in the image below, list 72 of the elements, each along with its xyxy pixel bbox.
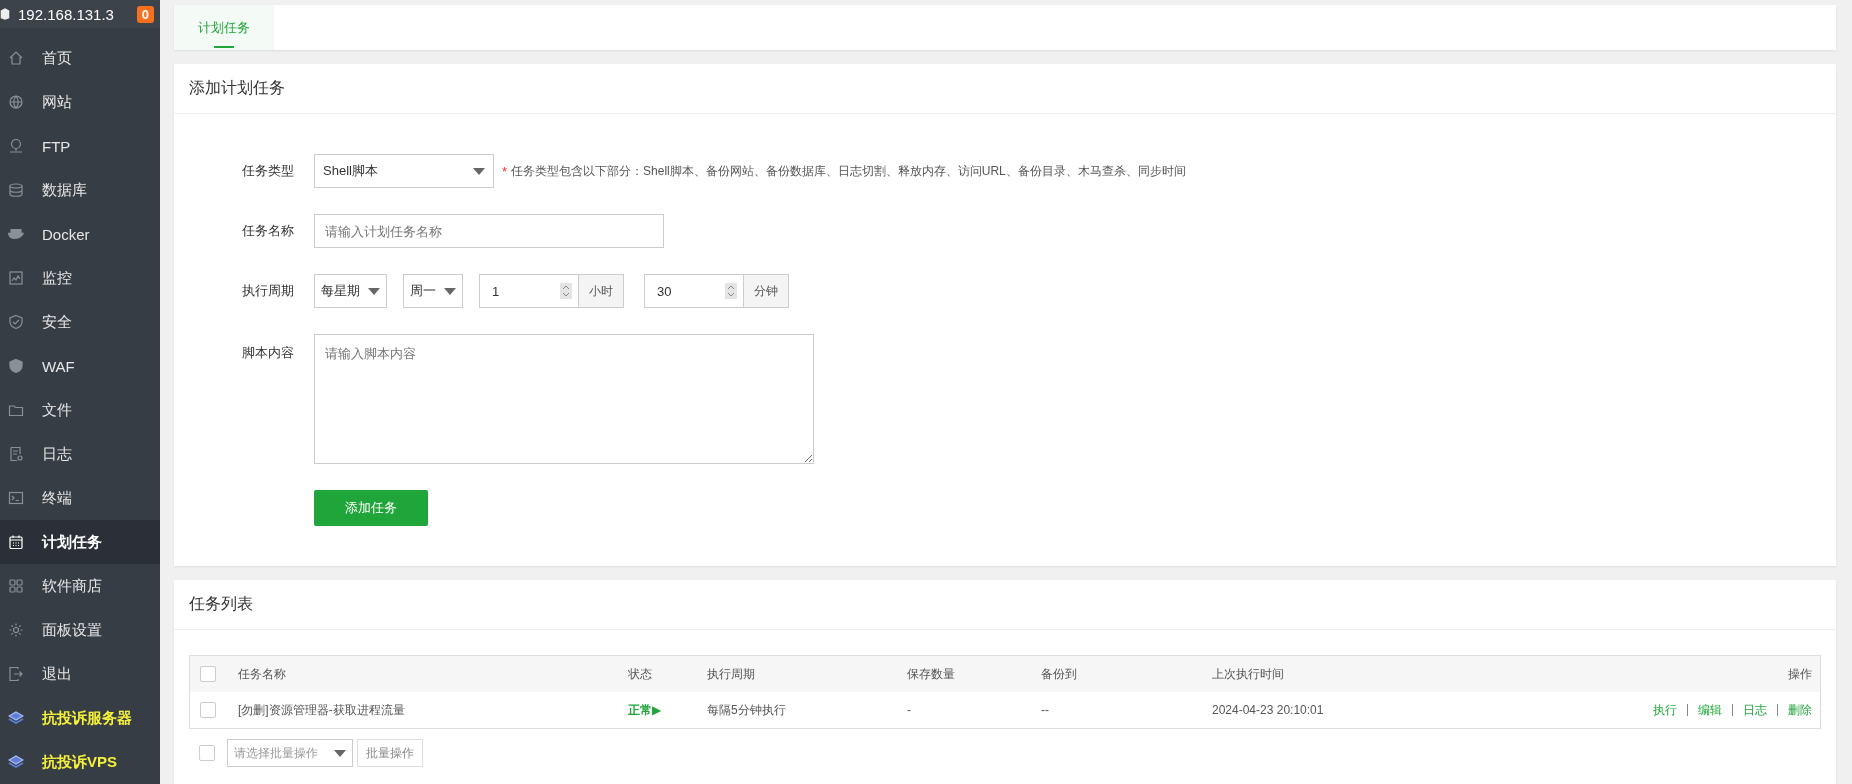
column-header: 状态 — [628, 665, 653, 683]
sidebar-item[interactable]: 抗投诉服务器 — [0, 696, 160, 740]
column-header: 备份到 — [1041, 665, 1078, 683]
caret-icon — [473, 167, 485, 175]
task-name-input[interactable]: 请输入计划任务名称 — [314, 214, 664, 248]
section-title: 添加计划任务 — [174, 64, 1836, 114]
caret-icon — [334, 749, 346, 757]
sidebar-item[interactable]: 文件 — [0, 388, 160, 432]
server-address: 192.168.131.3 — [18, 5, 115, 23]
exit-icon — [8, 666, 24, 682]
log-icon — [8, 446, 24, 462]
sidebar-item[interactable]: Docker — [0, 212, 160, 256]
folder-icon — [8, 402, 24, 418]
field-label: 脚本内容 — [241, 344, 294, 362]
stack-icon — [8, 710, 24, 726]
section-title: 任务列表 — [174, 580, 1836, 630]
server-logo-icon — [0, 7, 10, 21]
field-label: 执行周期 — [241, 282, 294, 300]
home-icon — [8, 50, 24, 66]
script-textarea[interactable]: 请输入脚本内容 — [314, 334, 814, 464]
column-header: 保存数量 — [907, 665, 956, 683]
table-cell-text: 2024-04-23 20:10:01 — [1212, 703, 1325, 717]
hour-input[interactable]: 1 — [479, 274, 579, 308]
stack-icon — [8, 754, 24, 770]
caret-icon — [368, 287, 380, 295]
sidebar-item[interactable]: 软件商店 — [0, 564, 160, 608]
sidebar-item[interactable]: 网站 — [0, 80, 160, 124]
required-mark: * — [502, 163, 508, 179]
unit-label: 小时 — [579, 274, 624, 308]
field-label: 任务名称 — [241, 222, 294, 240]
table-cell-text: - — [907, 703, 912, 717]
sidebar-item[interactable]: 安全 — [0, 300, 160, 344]
field-label: 任务类型 — [241, 162, 294, 180]
gear-icon — [8, 622, 24, 638]
column-header: 上次执行时间 — [1212, 665, 1285, 683]
frequency-select[interactable]: 每星期 — [314, 274, 387, 308]
hint-text: 任务类型包含以下部分：Shell脚本、备份网站、备份数据库、日志切割、释放内存、访问URL、备份目录、木马查杀、同步时间 — [511, 162, 1186, 180]
sidebar-item[interactable]: WAF — [0, 344, 160, 388]
terminal-icon — [8, 490, 24, 506]
batch-button[interactable]: 批量操作 — [357, 739, 423, 767]
shield-icon — [8, 314, 24, 330]
sidebar-item[interactable]: 监控 — [0, 256, 160, 300]
sidebar-item[interactable]: FTP — [0, 124, 160, 168]
sidebar-item[interactable]: 首页 — [0, 36, 160, 80]
sidebar-item[interactable]: 面板设置 — [0, 608, 160, 652]
table-cell-text: -- — [1041, 703, 1050, 717]
monitor-icon — [8, 270, 24, 286]
sidebar-item[interactable]: 计划任务 — [0, 520, 160, 564]
unit-label: 分钟 — [744, 274, 789, 308]
sidebar-item[interactable]: 数据库 — [0, 168, 160, 212]
calendar-icon — [8, 534, 24, 550]
table-cell-text: 每隔5分钟执行 — [707, 701, 787, 719]
table-cell-text: [勿删]资源管理器-获取进程流量 — [238, 701, 406, 719]
sidebar-item[interactable]: 退出 — [0, 652, 160, 696]
weekday-select[interactable]: 周一 — [403, 274, 463, 308]
select-all-checkbox[interactable] — [200, 666, 216, 682]
minute-input[interactable]: 30 — [644, 274, 744, 308]
db-icon — [8, 182, 24, 198]
column-header: 操作 — [1787, 665, 1813, 683]
globe-icon — [8, 94, 24, 110]
column-header: 任务名称 — [238, 665, 287, 683]
sidebar-item[interactable]: 日志 — [0, 432, 160, 476]
apps-icon — [8, 578, 24, 594]
spinner-icon — [725, 283, 737, 299]
row-checkbox[interactable] — [200, 702, 216, 718]
column-header: 执行周期 — [707, 665, 756, 683]
sidebar-item[interactable]: 抗投诉VPS — [0, 740, 160, 784]
caret-icon — [444, 287, 456, 295]
batch-checkbox[interactable] — [199, 745, 215, 761]
sidebar-item[interactable]: 终端 — [0, 476, 160, 520]
task-type-select[interactable]: Shell脚本 — [314, 154, 494, 188]
spinner-icon — [560, 283, 572, 299]
